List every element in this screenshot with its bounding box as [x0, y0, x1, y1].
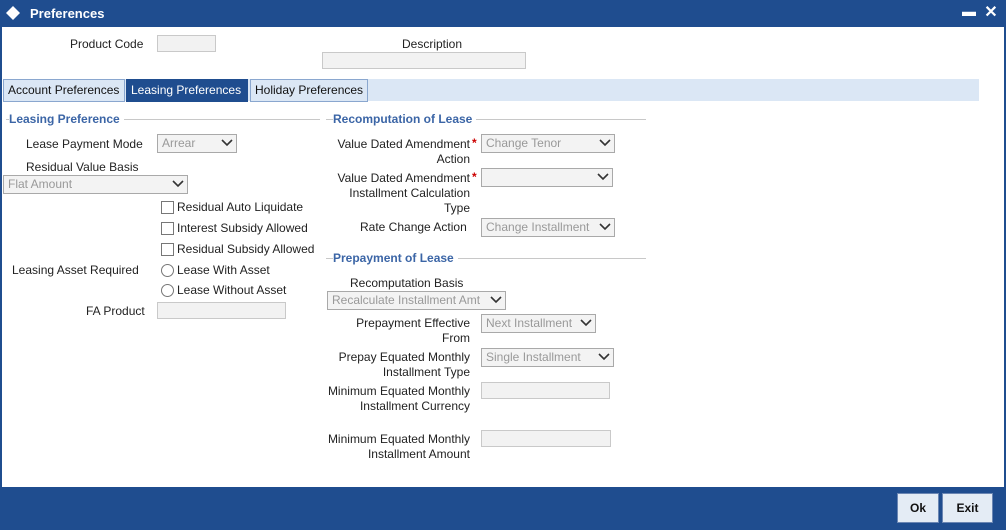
min-emi-amount-field[interactable] — [481, 430, 611, 447]
recomputation-title: Recomputation of Lease — [333, 112, 477, 126]
effective-from-label: Prepayment Effective From — [356, 316, 470, 345]
exit-button[interactable]: Exit — [942, 493, 993, 523]
effective-from-value: Next Installment — [486, 316, 573, 330]
description-label: Description — [402, 37, 463, 51]
description-field[interactable] — [322, 52, 526, 69]
rate-change-action-label: Rate Change Action — [360, 220, 467, 234]
chevron-down-icon — [221, 139, 233, 147]
recomputation-basis-value: Recalculate Installment Amt — [332, 293, 481, 307]
lease-without-asset-label: Lease Without Asset — [177, 283, 287, 297]
residual-auto-liquidate-label: Residual Auto Liquidate — [177, 200, 304, 214]
frame-border-left — [0, 27, 2, 530]
residual-subsidy-allowed-label: Residual Subsidy Allowed — [177, 242, 315, 256]
lease-without-asset-radio[interactable] — [161, 284, 174, 297]
product-code-label: Product Code — [70, 37, 144, 51]
recomputation-basis-label: Recomputation Basis — [350, 276, 464, 290]
fa-product-label: FA Product — [86, 304, 145, 318]
vda-action-value: Change Tenor — [486, 136, 562, 150]
diamond-icon — [6, 6, 20, 20]
vda-installment-select[interactable] — [481, 168, 613, 187]
residual-auto-liquidate-checkbox[interactable] — [161, 201, 174, 214]
residual-value-basis-value: Flat Amount — [8, 177, 73, 191]
rate-change-action-value: Change Installment — [486, 220, 590, 234]
lease-with-asset-label: Lease With Asset — [177, 263, 270, 277]
effective-from-select[interactable]: Next Installment — [481, 314, 596, 333]
lease-payment-mode-select[interactable]: Arrear — [157, 134, 237, 153]
interest-subsidy-allowed-label: Interest Subsidy Allowed — [177, 221, 308, 235]
chevron-down-icon — [172, 180, 184, 188]
footer-bar — [0, 487, 1006, 530]
vda-action-required-marker: * — [472, 136, 477, 150]
residual-subsidy-allowed-checkbox[interactable] — [161, 243, 174, 256]
recomputation-basis-select[interactable]: Recalculate Installment Amt — [327, 291, 506, 310]
emi-type-value: Single Installment — [486, 350, 581, 364]
tab-leasing-preferences[interactable]: Leasing Preferences — [126, 79, 248, 102]
minimize-button[interactable]: ▬ — [962, 3, 976, 21]
tab-account-preferences[interactable]: Account Preferences — [3, 79, 125, 102]
chevron-down-icon — [490, 296, 502, 304]
vda-installment-label: Value Dated Amendment Installment Calcul… — [337, 171, 470, 215]
lease-with-asset-radio[interactable] — [161, 264, 174, 277]
fa-product-field[interactable] — [157, 302, 286, 319]
interest-subsidy-allowed-checkbox[interactable] — [161, 222, 174, 235]
title-bar: Preferences ▬ ✕ — [0, 0, 1006, 27]
tab-holiday-preferences[interactable]: Holiday Preferences — [250, 79, 368, 102]
chevron-down-icon — [580, 319, 592, 327]
vda-action-select[interactable]: Change Tenor — [481, 134, 615, 153]
rate-change-action-select[interactable]: Change Installment — [481, 218, 615, 237]
ok-button[interactable]: Ok — [897, 493, 939, 523]
close-button[interactable]: ✕ — [983, 2, 999, 22]
product-code-field[interactable] — [157, 35, 216, 52]
vda-action-label: Value Dated Amendment Action — [337, 137, 470, 166]
residual-value-basis-select[interactable]: Flat Amount — [3, 175, 188, 194]
emi-type-select[interactable]: Single Installment — [481, 348, 614, 367]
leasing-preference-title: Leasing Preference — [9, 112, 124, 126]
chevron-down-icon — [598, 353, 610, 361]
lease-payment-mode-value: Arrear — [162, 136, 196, 150]
min-emi-currency-field[interactable] — [481, 382, 610, 399]
emi-type-label: Prepay Equated Monthly Installment Type — [338, 350, 470, 379]
window-title: Preferences — [30, 6, 105, 21]
prepayment-title: Prepayment of Lease — [333, 251, 458, 265]
min-emi-amount-label: Minimum Equated Monthly Installment Amou… — [327, 432, 470, 461]
min-emi-currency-label: Minimum Equated Monthly Installment Curr… — [327, 384, 470, 413]
lease-payment-mode-label: Lease Payment Mode — [26, 137, 143, 151]
chevron-down-icon — [597, 173, 609, 181]
chevron-down-icon — [599, 139, 611, 147]
leasing-asset-required-label: Leasing Asset Required — [12, 263, 139, 277]
chevron-down-icon — [599, 223, 611, 231]
vda-installment-required-marker: * — [472, 170, 477, 184]
residual-value-basis-label: Residual Value Basis — [26, 160, 139, 174]
